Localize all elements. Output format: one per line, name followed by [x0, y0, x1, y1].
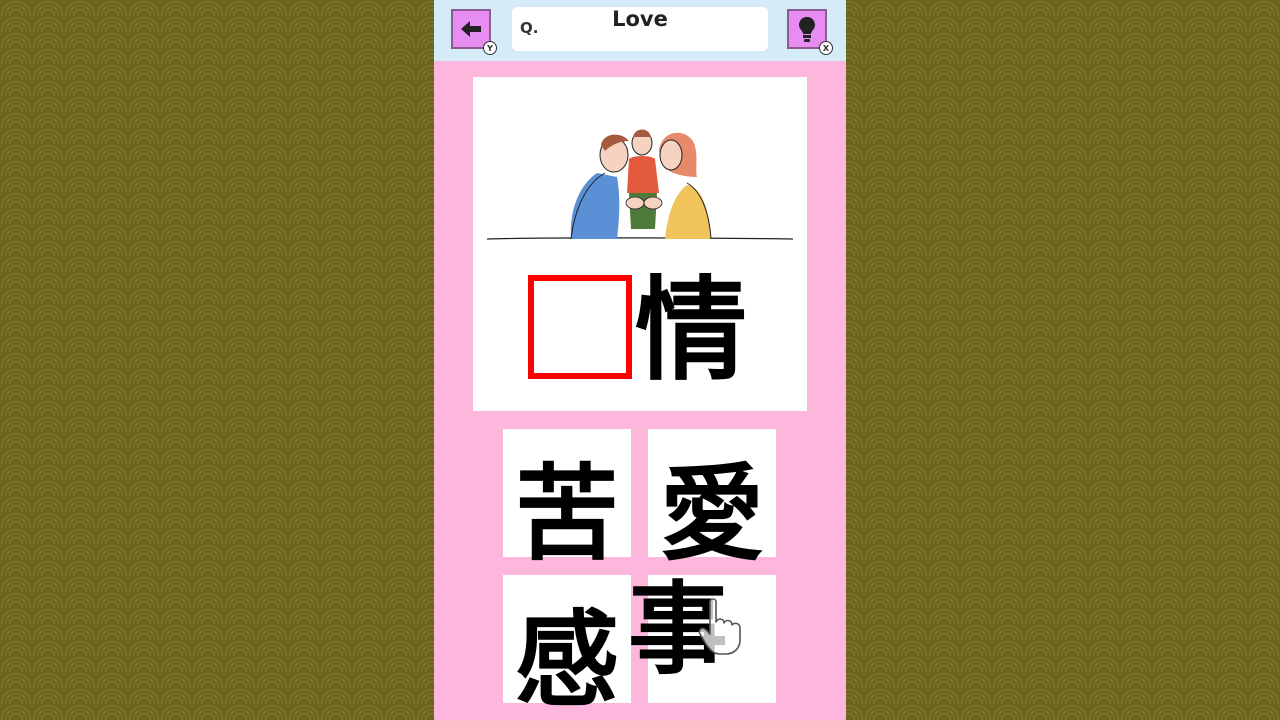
choice-tile[interactable]: 苦 — [503, 429, 631, 575]
choice-kanji: 愛 — [659, 453, 764, 575]
choice-tile[interactable]: 感 — [503, 575, 631, 720]
answer-blank[interactable] — [528, 275, 632, 379]
hint-button[interactable]: X — [787, 9, 833, 55]
question-card: 情 — [473, 77, 807, 411]
choice-tile[interactable]: 愛 — [648, 429, 776, 575]
lightbulb-icon — [799, 17, 815, 42]
choice-kanji: 苦 — [514, 453, 619, 575]
back-button[interactable]: Y — [451, 9, 497, 55]
top-bar: Y Q. Love X — [434, 0, 846, 61]
choice-kanji: 感 — [514, 599, 619, 720]
question-word: Love — [612, 7, 668, 31]
game-panel: Y Q. Love X 情 苦 愛 感 事 — [434, 0, 846, 720]
question-box: Q. Love — [512, 7, 768, 51]
pointing-hand-icon — [698, 598, 741, 655]
back-arrow-icon — [461, 21, 481, 37]
hint-button-hint: X — [819, 41, 833, 55]
known-kanji: 情 — [635, 266, 747, 396]
back-button-hint: Y — [483, 41, 497, 55]
family-hug-illustration — [486, 129, 794, 240]
